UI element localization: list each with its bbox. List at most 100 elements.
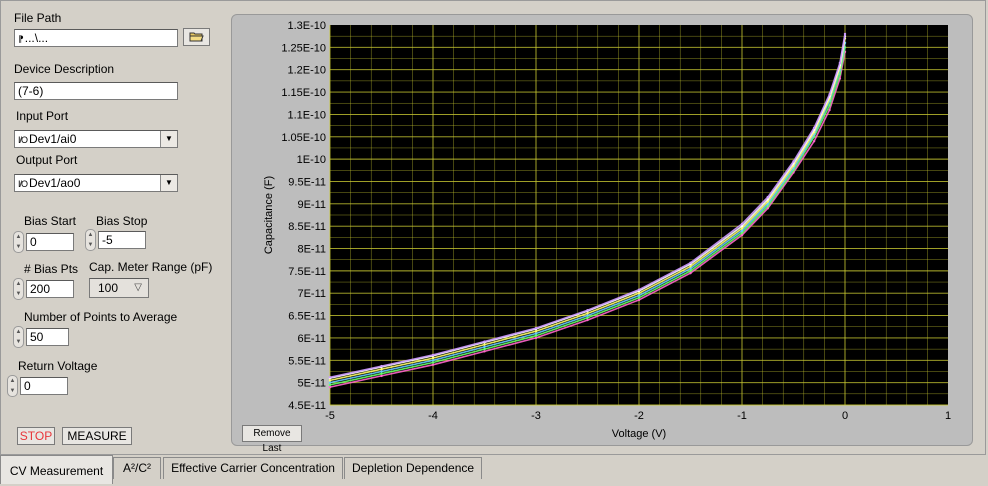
data-point [534, 336, 538, 340]
y-tick-label: 6.5E-11 [288, 311, 326, 323]
y-tick-label: 8E-11 [297, 244, 326, 256]
data-point [637, 298, 641, 302]
file-path-value: ...\... [24, 31, 49, 45]
device-description-input[interactable]: (7-6) [14, 82, 178, 100]
x-tick-label: -2 [634, 410, 644, 422]
chevron-down-icon[interactable]: ▼ [160, 175, 177, 191]
io-channel-icon: I/O [18, 179, 28, 189]
tab-a2-c2[interactable]: A²/C² [113, 457, 161, 479]
tab-depletion-dependence[interactable]: Depletion Dependence [344, 457, 482, 479]
input-port-select[interactable]: I/O Dev1/ai0 ▼ [14, 130, 178, 148]
bias-stop-input[interactable]: -5 [98, 231, 146, 249]
decrement-icon[interactable]: ▼ [16, 244, 22, 250]
decrement-icon[interactable]: ▼ [10, 388, 16, 394]
data-point [828, 108, 831, 112]
data-point [380, 368, 383, 371]
stop-button[interactable]: STOP [17, 427, 55, 445]
data-point [431, 361, 435, 364]
y-tick-label: 5.5E-11 [288, 355, 326, 367]
data-point [586, 309, 589, 312]
cv-graph: 4.5E-11 5E-11 5.5E-11 6E-11 6.5E-11 7E-11 7.5E… [231, 14, 973, 454]
y-tick-label: 1.25E-10 [281, 42, 326, 54]
data-point [766, 195, 769, 199]
data-point [328, 383, 332, 387]
decrement-icon[interactable]: ▼ [16, 291, 22, 297]
data-point [792, 160, 795, 163]
data-point [431, 363, 435, 366]
triangle-down-icon[interactable]: ▽ [134, 279, 142, 297]
bias-pts-label: # Bias Pts [24, 262, 79, 276]
bias-pts-input[interactable]: 200 [26, 280, 74, 298]
remove-last-button[interactable]: Remove Last [242, 425, 302, 454]
data-point [328, 381, 332, 384]
data-point [483, 347, 486, 351]
return-voltage-input[interactable]: 0 [20, 377, 68, 395]
y-tick-label: 1.1E-10 [287, 109, 326, 121]
tab-cv-measurement[interactable]: CV Measurement [0, 455, 113, 484]
data-point [483, 350, 486, 353]
avg-points-spinner[interactable]: ▲ ▼ [13, 326, 24, 348]
output-port-value: Dev1/ao0 [29, 176, 81, 190]
increment-icon[interactable]: ▲ [16, 234, 22, 240]
data-point [534, 334, 538, 337]
output-port-label: Output Port [16, 153, 78, 167]
measure-button[interactable]: MEASURE [62, 427, 132, 445]
increment-icon[interactable]: ▲ [10, 378, 16, 384]
y-tick-label: 9.5E-11 [288, 176, 326, 188]
data-point [534, 326, 538, 330]
x-tick-label: -3 [531, 410, 541, 422]
front-panel: File Path ⁋ ...\... Device Description (7… [0, 0, 986, 455]
bias-start-label: Bias Start [24, 214, 77, 228]
data-point [828, 93, 831, 96]
x-axis-label: Voltage (V) [612, 428, 666, 440]
x-tick-label: -1 [737, 410, 747, 422]
path-icon: ⁋ [18, 34, 24, 44]
x-tick-label: -4 [428, 410, 438, 422]
y-axis-label: Capacitance (F) [263, 176, 275, 254]
data-point [689, 271, 692, 275]
data-point [838, 61, 842, 65]
decrement-icon[interactable]: ▼ [88, 242, 94, 248]
y-tick-label: 7E-11 [297, 288, 326, 300]
increment-icon[interactable]: ▲ [16, 281, 22, 287]
bias-start-input[interactable]: 0 [26, 233, 74, 251]
increment-icon[interactable]: ▲ [88, 232, 94, 238]
data-point [380, 372, 383, 375]
bias-stop-spinner[interactable]: ▲ ▼ [85, 229, 96, 251]
cap-range-value: 100 [98, 281, 119, 295]
chevron-down-icon[interactable]: ▼ [160, 131, 177, 147]
x-tick-label: 0 [842, 410, 848, 422]
input-port-value: Dev1/ai0 [29, 132, 77, 146]
data-point [637, 292, 641, 295]
data-point [431, 353, 435, 357]
data-point [689, 261, 692, 265]
data-point [328, 376, 332, 379]
decrement-icon[interactable]: ▼ [16, 339, 22, 345]
data-point [689, 269, 692, 273]
data-point [483, 345, 486, 349]
file-path-input[interactable]: ⁋ ...\... [14, 29, 178, 47]
tab-bar: CV Measurement A²/C² Effective Carrier C… [0, 455, 988, 484]
return-voltage-spinner[interactable]: ▲ ▼ [7, 375, 18, 397]
x-tick-label: -5 [325, 410, 335, 422]
output-port-select[interactable]: I/O Dev1/ao0 ▼ [14, 174, 178, 192]
y-tick-label: 1.05E-10 [281, 132, 326, 144]
io-channel-icon: I/O [18, 135, 28, 145]
data-point [483, 340, 486, 343]
bias-start-spinner[interactable]: ▲ ▼ [13, 231, 24, 253]
increment-icon[interactable]: ▲ [16, 329, 22, 335]
data-point [586, 316, 589, 320]
y-tick-label: 5E-11 [297, 378, 326, 390]
return-voltage-label: Return Voltage [18, 359, 98, 373]
avg-points-input[interactable]: 50 [26, 328, 69, 346]
browse-button[interactable] [183, 28, 210, 46]
data-point [380, 364, 383, 368]
data-point [586, 314, 589, 317]
folder-icon [189, 32, 204, 42]
data-point [637, 296, 641, 299]
tab-effective-carrier-concentration[interactable]: Effective Carrier Concentration [163, 457, 343, 479]
cap-range-ring[interactable]: 100 ▽ [89, 278, 149, 298]
data-point [586, 312, 589, 315]
y-tick-label: 8.5E-11 [288, 221, 326, 233]
bias-pts-spinner[interactable]: ▲ ▼ [13, 278, 24, 300]
